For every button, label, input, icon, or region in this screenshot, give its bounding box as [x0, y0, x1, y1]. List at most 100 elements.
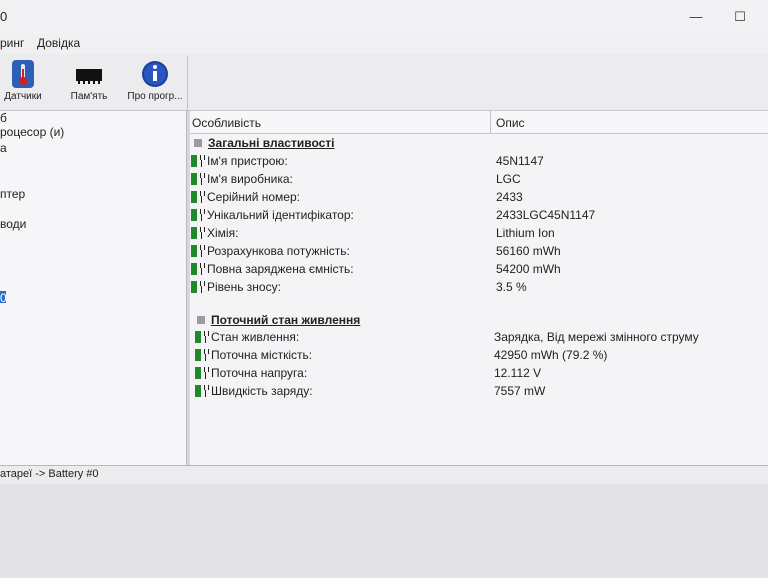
- battery-icon: [191, 227, 197, 239]
- row-property-label: Швидкість заряду:: [211, 384, 313, 398]
- about-button[interactable]: Про прогр...: [124, 56, 186, 110]
- table-row[interactable]: Рівень зносу: 3.5 %: [191, 280, 751, 298]
- status-path: атареї -> Battery #0: [0, 468, 99, 480]
- minimize-button[interactable]: —: [676, 6, 716, 28]
- table-row[interactable]: Повна заряджена ємність: 54200 mWh: [191, 262, 751, 280]
- row-property: Розрахункова потужність:: [191, 244, 350, 258]
- sensors-label: Датчики: [4, 91, 42, 102]
- plug-icon: [202, 367, 209, 379]
- row-property: Серійний номер:: [191, 190, 300, 204]
- row-value: 2433LGC45N1147: [496, 208, 596, 222]
- title-bar: 0 — ☐: [0, 0, 768, 34]
- battery-icon: [195, 331, 201, 343]
- memory-label: Пам'ять: [70, 91, 108, 102]
- row-property-label: Ім'я виробника:: [207, 172, 293, 186]
- row-property: Поточна напруга:: [195, 366, 307, 380]
- status-bar: атареї -> Battery #0: [0, 465, 768, 484]
- menu-item-monitoring[interactable]: ринг: [0, 36, 24, 50]
- section-title: Загальні властивості: [208, 136, 335, 150]
- column-divider[interactable]: [490, 111, 491, 133]
- tree-pane[interactable]: б роцесор (и) а птер води 0: [0, 111, 187, 465]
- table-row[interactable]: Серійний номер: 2433: [191, 190, 751, 208]
- info-icon: [141, 59, 169, 89]
- table-row[interactable]: Швидкість заряду: 7557 mW: [195, 384, 755, 402]
- tree-item-battery-selected[interactable]: 0: [0, 291, 7, 305]
- plug-icon: [198, 173, 205, 185]
- thermometer-icon: [9, 59, 37, 89]
- battery-icon: [191, 173, 197, 185]
- plug-icon: [198, 155, 205, 167]
- maximize-button[interactable]: ☐: [720, 6, 760, 28]
- row-property-label: Розрахункова потужність:: [207, 244, 350, 258]
- row-property: Стан живлення:: [195, 330, 299, 344]
- row-property: Ім'я виробника:: [191, 172, 293, 186]
- row-value: 54200 mWh: [496, 262, 561, 276]
- plug-icon: [202, 331, 209, 343]
- memory-button[interactable]: Пам'ять: [66, 56, 112, 110]
- row-property: Хімія:: [191, 226, 238, 240]
- toolbar: Датчики Пам'ять Про прогр...: [0, 54, 768, 111]
- row-value: 56160 mWh: [496, 244, 561, 258]
- plug-icon: [202, 385, 209, 397]
- row-value: 3.5 %: [496, 280, 527, 294]
- row-property: Ім'я пристрою:: [191, 154, 288, 168]
- row-property-label: Унікальний ідентифікатор:: [207, 208, 354, 222]
- plug-icon: [198, 191, 205, 203]
- row-value: 2433: [496, 190, 523, 204]
- row-property-label: Поточна напруга:: [211, 366, 308, 380]
- row-property: Унікальний ідентифікатор:: [191, 208, 354, 222]
- menu-item-help[interactable]: Довідка: [37, 36, 80, 50]
- battery-icon: [195, 349, 201, 361]
- menu-bar: ринг Довідка: [0, 34, 768, 54]
- row-value: 42950 mWh (79.2 %): [494, 348, 608, 362]
- table-row[interactable]: Ім'я виробника: LGC: [191, 172, 751, 190]
- battery-icon: [191, 263, 197, 275]
- tree-item-adapter[interactable]: птер: [0, 187, 25, 201]
- plug-icon: [198, 227, 205, 239]
- row-property-label: Рівень зносу:: [207, 280, 281, 294]
- battery-icon: [195, 385, 201, 397]
- column-header: Особливість Опис: [190, 111, 768, 134]
- battery-icon: [191, 245, 197, 257]
- toolbar-separator: [187, 56, 188, 110]
- table-row[interactable]: Поточна місткість: 42950 mWh (79.2 %): [195, 348, 755, 366]
- tree-item-processor[interactable]: роцесор (и): [0, 125, 64, 139]
- about-label: Про прогр...: [127, 91, 183, 102]
- row-value: 7557 mW: [494, 384, 546, 398]
- tree-item-drives[interactable]: води: [0, 217, 26, 231]
- table-row[interactable]: Стан живлення: Зарядка, Від мережі змінно…: [195, 330, 755, 348]
- row-property-label: Серійний номер:: [207, 190, 300, 204]
- section-general-properties: Загальні властивості: [194, 136, 335, 150]
- battery-icon: [191, 281, 197, 293]
- battery-icon: [191, 209, 197, 221]
- table-row[interactable]: Розрахункова потужність: 56160 mWh: [191, 244, 751, 262]
- column-feature[interactable]: Особливість: [192, 116, 261, 130]
- row-property-label: Стан живлення:: [211, 330, 300, 344]
- table-row[interactable]: Поточна напруга: 12.112 V: [195, 366, 755, 384]
- details-pane: Особливість Опис Загальні властивості Ім…: [190, 111, 768, 465]
- row-property: Повна заряджена ємність:: [191, 262, 354, 276]
- plug-icon: [202, 349, 209, 361]
- row-value: Lithium Ion: [496, 226, 555, 240]
- table-row[interactable]: Ім'я пристрою: 45N1147: [191, 154, 751, 172]
- plug-icon: [198, 245, 205, 257]
- row-property: Швидкість заряду:: [195, 384, 313, 398]
- row-property-label: Поточна місткість:: [211, 348, 313, 362]
- section-current-power-state: Поточний стан живлення: [197, 313, 360, 327]
- battery-icon: [191, 191, 197, 203]
- memory-chip-icon: [75, 59, 103, 89]
- table-row[interactable]: Хімія: Lithium Ion: [191, 226, 751, 244]
- plug-icon: [198, 281, 205, 293]
- window-title: 0: [0, 9, 8, 24]
- row-property-label: Хімія:: [207, 226, 239, 240]
- row-value: LGC: [496, 172, 521, 186]
- row-property: Рівень зносу:: [191, 280, 281, 294]
- column-description[interactable]: Опис: [496, 116, 525, 130]
- section-title: Поточний стан живлення: [211, 313, 361, 327]
- tree-item[interactable]: б: [0, 111, 7, 125]
- sensors-button[interactable]: Датчики: [0, 56, 46, 110]
- table-row[interactable]: Унікальний ідентифікатор: 2433LGC45N1147: [191, 208, 751, 226]
- battery-icon: [195, 367, 201, 379]
- row-property-label: Повна заряджена ємність:: [207, 262, 354, 276]
- tree-item[interactable]: а: [0, 141, 7, 155]
